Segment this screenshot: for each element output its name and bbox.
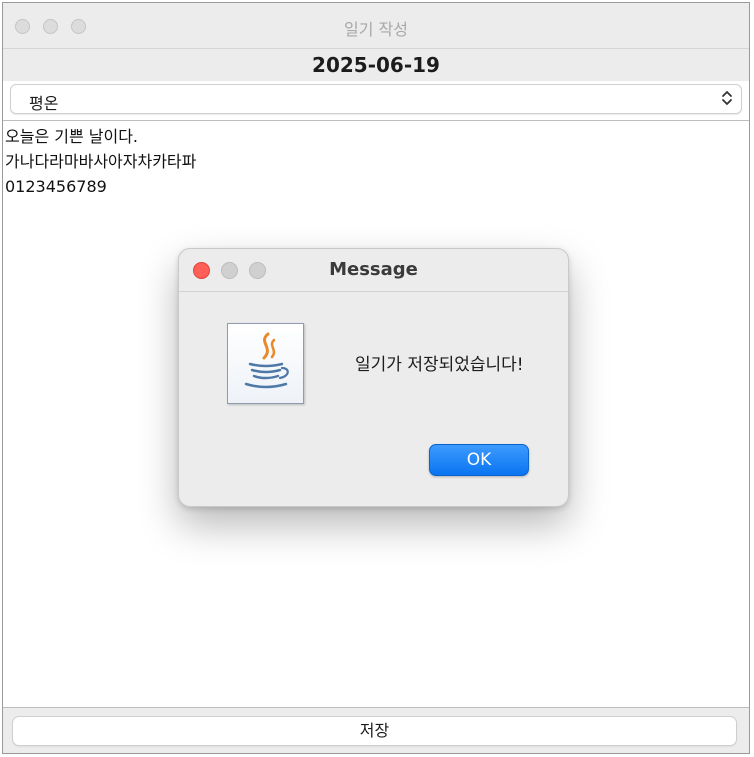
ok-button[interactable]: OK [429, 444, 529, 476]
date-label: 2025-06-19 [3, 49, 749, 81]
window-title: 일기 작성 [344, 20, 408, 39]
mood-select[interactable]: 평온 [10, 84, 742, 114]
editor-line: 오늘은 기쁜 날이다. [5, 127, 139, 146]
up-down-chevron-icon [721, 88, 733, 109]
message-dialog: Message 일기가 저장되었습니다! OK [178, 248, 569, 507]
mood-selected-value: 평온 [29, 94, 59, 113]
editor-line: 0123456789 [5, 177, 107, 196]
bottom-bar: 저장 [3, 708, 749, 753]
window-titlebar: 일기 작성 [3, 3, 749, 49]
dialog-titlebar: Message [179, 249, 568, 292]
save-button[interactable]: 저장 [12, 716, 737, 746]
editor-line: 가나다라마바사아자차카타파 [5, 152, 197, 171]
dialog-title: Message [329, 259, 418, 280]
java-coffee-cup-icon [227, 323, 304, 404]
dialog-message: 일기가 저장되었습니다! [355, 355, 524, 375]
